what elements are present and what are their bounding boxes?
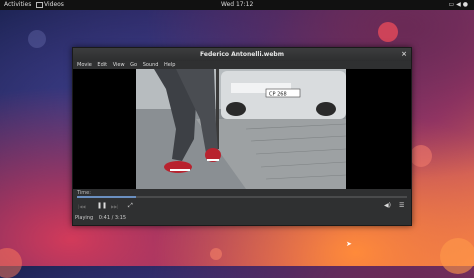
video-app-icon: [36, 1, 43, 8]
volume-icon[interactable]: ◀): [384, 202, 391, 209]
video-area[interactable]: CP 268: [73, 69, 411, 189]
wallpaper-bokeh: [28, 30, 46, 48]
seek-row: Time:: [73, 189, 411, 199]
svg-text:CP 268: CP 268: [269, 92, 287, 98]
pause-icon[interactable]: ❚❚: [97, 202, 107, 209]
menu-view[interactable]: View: [113, 62, 125, 68]
clock[interactable]: Wed 17:12: [221, 0, 253, 10]
fullscreen-icon[interactable]: ⤢: [128, 202, 133, 210]
wallpaper-bokeh: [440, 238, 474, 274]
menu-help[interactable]: Help: [164, 62, 175, 68]
previous-button[interactable]: |◀◀: [78, 204, 86, 209]
menu-edit[interactable]: Edit: [97, 62, 107, 68]
wallpaper-bokeh: [378, 22, 398, 42]
volume-icon[interactable]: ◀: [456, 1, 463, 8]
video-player-window: Federico Antonelli.webm × Movie Edit Vie…: [72, 47, 412, 226]
wallpaper-bokeh: [210, 248, 222, 260]
playback-position: 0:41 / 3:15: [98, 215, 127, 221]
display-icon[interactable]: ▭: [448, 1, 456, 8]
mouse-cursor-icon: ➤: [346, 240, 352, 248]
wallpaper-bokeh: [0, 248, 22, 278]
next-button[interactable]: ▶▶|: [111, 204, 119, 209]
user-icon[interactable]: ●: [463, 1, 470, 8]
menu-movie[interactable]: Movie: [77, 62, 92, 68]
window-titlebar[interactable]: Federico Antonelli.webm ×: [73, 48, 411, 61]
menu-go[interactable]: Go: [130, 62, 137, 68]
system-tray[interactable]: ▭◀●: [448, 0, 470, 10]
wallpaper-bokeh: [410, 145, 432, 167]
app-name-label: Videos: [44, 1, 64, 8]
menu-icon[interactable]: ☰: [399, 202, 404, 209]
activities-button[interactable]: Activities: [4, 0, 31, 10]
video-frame: CP 268: [136, 69, 346, 189]
menu-sound[interactable]: Sound: [143, 62, 159, 68]
seek-bar[interactable]: [77, 196, 407, 198]
window-title: Federico Antonelli.webm: [200, 51, 284, 58]
close-icon[interactable]: ×: [401, 48, 407, 61]
app-menu-button[interactable]: Videos: [36, 0, 64, 10]
menu-bar: Movie Edit View Go Sound Help: [73, 61, 411, 69]
seek-bar-fill: [77, 196, 137, 198]
status-bar: Playing 0:41 / 3:15: [75, 215, 130, 221]
video-frame-image: CP 268: [136, 69, 346, 189]
controls-bar: |◀◀ ❚❚ ▶▶| ⤢ ◀) ☰: [73, 200, 411, 214]
playback-status: Playing: [75, 215, 94, 221]
top-bar: Activities Videos Wed 17:12 ▭◀●: [0, 0, 474, 10]
